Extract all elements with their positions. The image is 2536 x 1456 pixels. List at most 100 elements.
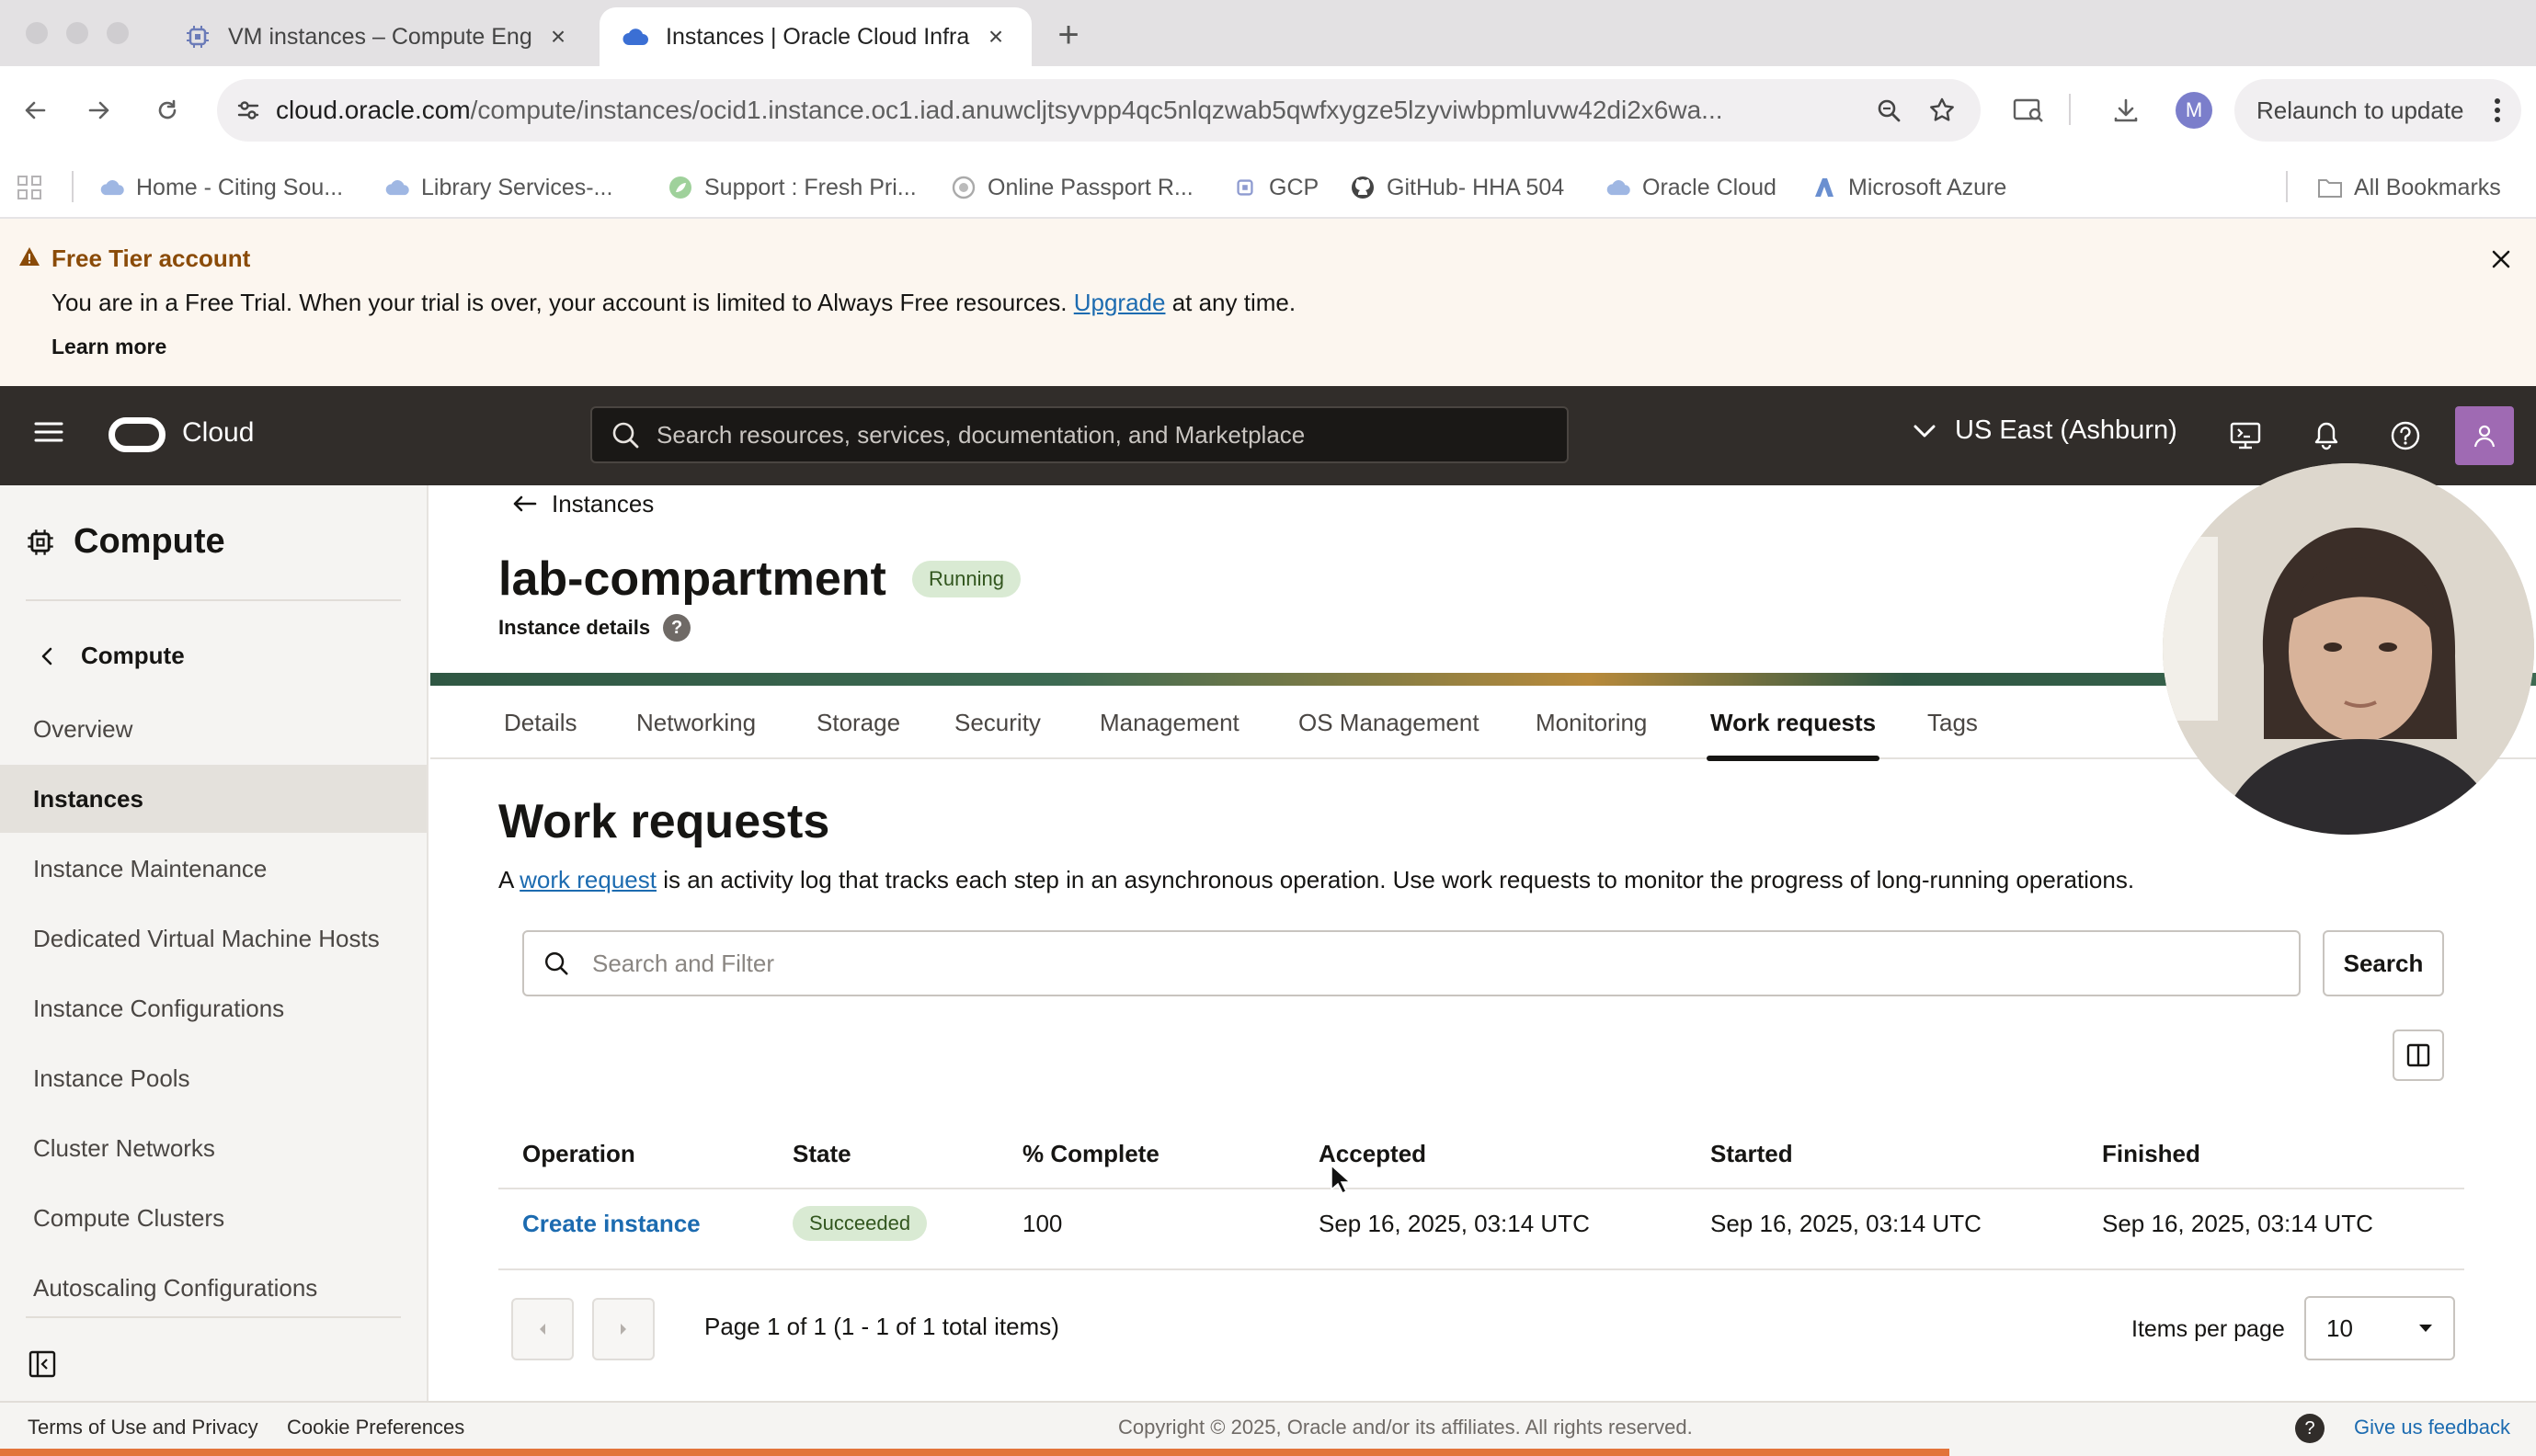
help-icon[interactable]: ? xyxy=(663,614,691,642)
bookmark-star-icon[interactable] xyxy=(1924,92,1960,129)
close-icon[interactable]: × xyxy=(982,22,1010,51)
close-icon[interactable] xyxy=(2483,241,2519,278)
bookmark-support-fresh[interactable]: Support : Fresh Pri... xyxy=(668,167,917,208)
browser-tab-oracle[interactable]: Instances | Oracle Cloud Infra × xyxy=(600,7,1032,66)
tab-security[interactable]: Security xyxy=(954,686,1041,759)
tab-tags[interactable]: Tags xyxy=(1927,686,1978,759)
sidebar-item-autoscaling-configurations[interactable]: Autoscaling Configurations xyxy=(0,1254,427,1322)
cast-search-icon[interactable] xyxy=(2008,90,2049,131)
bookmark-library-services[interactable]: Library Services-... xyxy=(384,167,612,208)
items-per-page-value: 10 xyxy=(2326,1314,2353,1342)
toolbar-divider xyxy=(2069,94,2071,125)
bookmark-oracle-cloud[interactable]: Oracle Cloud xyxy=(1605,167,1776,208)
menu-icon[interactable] xyxy=(33,419,64,445)
bell-icon[interactable] xyxy=(2306,415,2347,456)
sidebar-item-compute-clusters[interactable]: Compute Clusters xyxy=(0,1184,427,1252)
relaunch-label: Relaunch to update xyxy=(2256,96,2464,124)
reload-icon[interactable] xyxy=(147,90,188,131)
pagination-status: Page 1 of 1 (1 - 1 of 1 total items) xyxy=(704,1313,1059,1340)
tab-work-requests[interactable]: Work requests xyxy=(1706,686,1880,761)
window-close-dot[interactable] xyxy=(26,22,48,44)
window-zoom-dot[interactable] xyxy=(107,22,129,44)
user-profile-icon[interactable] xyxy=(2455,406,2514,465)
page-footer: Terms of Use and Privacy Cookie Preferen… xyxy=(0,1401,2536,1456)
bookmark-divider xyxy=(72,171,74,202)
sidebar-item-instance-maintenance[interactable]: Instance Maintenance xyxy=(0,835,427,903)
column-header-finished[interactable]: Finished xyxy=(2102,1140,2200,1168)
terms-link[interactable]: Terms of Use and Privacy xyxy=(28,1416,258,1439)
section-description: A work request is an activity log that t… xyxy=(498,866,2134,894)
back-arrow-icon[interactable] xyxy=(15,90,55,131)
breadcrumb[interactable]: Instances xyxy=(511,485,654,522)
apps-grid-icon[interactable] xyxy=(17,175,42,200)
tab-os-management[interactable]: OS Management xyxy=(1298,686,1479,759)
help-icon[interactable]: ? xyxy=(2295,1414,2325,1443)
bookmark-label: Online Passport R... xyxy=(988,174,1194,200)
column-header-state[interactable]: State xyxy=(793,1140,851,1168)
state-badge: Succeeded xyxy=(793,1206,928,1241)
bookmark-home-citing[interactable]: Home - Citing Sou... xyxy=(99,167,343,208)
search-button[interactable]: Search xyxy=(2323,930,2444,996)
bookmark-microsoft-azure[interactable]: Microsoft Azure xyxy=(1811,167,2006,208)
help-icon[interactable] xyxy=(2385,415,2426,456)
column-header-operation[interactable]: Operation xyxy=(522,1140,635,1168)
tab-monitoring[interactable]: Monitoring xyxy=(1536,686,1647,759)
address-bar[interactable]: cloud.oracle.com/compute/instances/ocid1… xyxy=(217,79,1981,142)
download-icon[interactable] xyxy=(2106,90,2146,131)
sidebar-back-link[interactable]: Compute xyxy=(40,642,185,670)
upgrade-link[interactable]: Upgrade xyxy=(1074,289,1166,316)
items-per-page-select[interactable]: 10 xyxy=(2304,1296,2455,1360)
operation-link[interactable]: Create instance xyxy=(522,1204,701,1243)
search-filter-input[interactable]: Search and Filter xyxy=(522,930,2301,996)
items-per-page-label: Items per page xyxy=(2131,1316,2285,1342)
forward-arrow-icon[interactable] xyxy=(79,90,120,131)
tab-networking[interactable]: Networking xyxy=(636,686,756,759)
chevron-left-icon xyxy=(40,646,53,666)
next-page-button[interactable] xyxy=(592,1298,655,1360)
presenter-video-image xyxy=(2163,463,2534,835)
sidebar-item-instances[interactable]: Instances xyxy=(0,765,427,833)
section-title: Work requests xyxy=(498,795,830,848)
columns-toggle-icon[interactable] xyxy=(2393,1029,2444,1081)
sidebar-back-label: Compute xyxy=(81,642,185,669)
tab-storage[interactable]: Storage xyxy=(817,686,900,759)
region-selector[interactable]: US East (Ashburn) xyxy=(1913,415,2177,446)
console-search-input[interactable]: Search resources, services, documentatio… xyxy=(590,406,1569,463)
more-vertical-icon[interactable] xyxy=(2494,97,2501,123)
table-divider xyxy=(498,1268,2464,1270)
relaunch-button[interactable]: Relaunch to update xyxy=(2234,79,2521,142)
github-icon xyxy=(1350,175,1376,200)
bookmark-github[interactable]: GitHub- HHA 504 xyxy=(1350,167,1564,208)
sidebar-item-instance-pools[interactable]: Instance Pools xyxy=(0,1044,427,1112)
brand-label[interactable]: Cloud xyxy=(182,417,254,449)
cloud-shell-icon[interactable] xyxy=(2225,415,2266,456)
column-header-percent-complete[interactable]: % Complete xyxy=(1022,1140,1159,1168)
site-settings-icon[interactable] xyxy=(235,97,261,123)
tab-management[interactable]: Management xyxy=(1100,686,1239,759)
sidebar-item-dedicated-vm-hosts[interactable]: Dedicated Virtual Machine Hosts xyxy=(0,904,427,973)
learn-more-link[interactable]: Learn more xyxy=(51,335,166,359)
column-header-started[interactable]: Started xyxy=(1710,1140,1793,1168)
browser-tab-gcp[interactable]: VM instances – Compute Eng × xyxy=(162,7,594,66)
window-minimize-dot[interactable] xyxy=(66,22,88,44)
sidebar-item-overview[interactable]: Overview xyxy=(0,695,427,763)
cookie-preferences-link[interactable]: Cookie Preferences xyxy=(287,1416,464,1439)
browser-tab-title: Instances | Oracle Cloud Infra xyxy=(666,23,970,50)
profile-avatar[interactable]: M xyxy=(2176,92,2212,129)
bookmark-online-passport[interactable]: Online Passport R... xyxy=(951,167,1194,208)
work-request-link[interactable]: work request xyxy=(520,866,657,893)
tab-details[interactable]: Details xyxy=(504,686,577,759)
description-text: is an activity log that tracks each step… xyxy=(656,866,2135,893)
feedback-link[interactable]: Give us feedback xyxy=(2354,1416,2510,1439)
previous-page-button[interactable] xyxy=(511,1298,574,1360)
zoom-icon[interactable] xyxy=(1870,92,1907,129)
bookmark-gcp[interactable]: GCP xyxy=(1232,167,1319,208)
close-icon[interactable]: × xyxy=(544,22,572,51)
sidebar-item-instance-configurations[interactable]: Instance Configurations xyxy=(0,974,427,1042)
sidebar-item-cluster-networks[interactable]: Cluster Networks xyxy=(0,1114,427,1182)
all-bookmarks[interactable]: All Bookmarks xyxy=(2317,167,2501,208)
new-tab-button[interactable]: + xyxy=(1048,15,1089,55)
gcp-compute-icon xyxy=(184,23,211,51)
oracle-logo-icon[interactable] xyxy=(109,417,166,452)
collapse-sidebar-icon[interactable] xyxy=(28,1349,57,1379)
